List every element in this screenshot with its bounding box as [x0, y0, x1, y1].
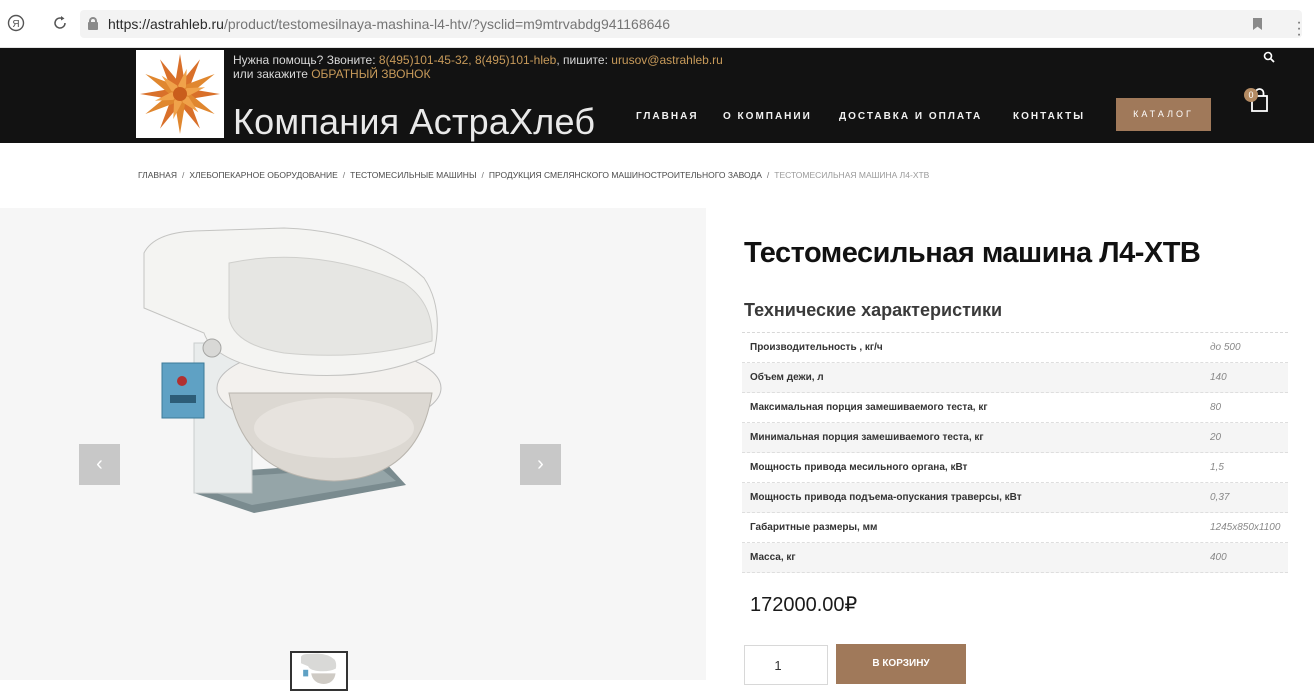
spec-value: 1245х850х1100 — [1210, 522, 1281, 533]
spec-value: до 500 — [1210, 342, 1241, 353]
spec-value: 1,5 — [1210, 462, 1224, 473]
product-gallery: ‹ › — [0, 208, 706, 691]
breadcrumb: ГЛАВНАЯ / ХЛЕБОПЕКАРНОЕ ОБОРУДОВАНИЕ / ТЕСТО… — [138, 170, 929, 180]
product-title: Тестомесильная машина Л4-ХТВ — [744, 237, 1201, 269]
search-icon[interactable] — [1263, 51, 1275, 63]
breadcrumb-separator: / — [766, 170, 770, 180]
spec-name: Масса, кг — [750, 552, 796, 563]
breadcrumb-separator: / — [182, 170, 185, 180]
nav-home[interactable]: ГЛАВНАЯ — [636, 111, 699, 122]
gallery-thumbnail[interactable] — [290, 651, 348, 691]
url-domain: https://astrahleb.ru — [108, 16, 224, 32]
order-prefix: или закажите — [233, 67, 312, 81]
table-row: Мощность привода подъема-опускания траве… — [742, 483, 1288, 513]
spec-name: Габаритные размеры, мм — [750, 522, 878, 533]
cart-count-badge: 0 — [1244, 88, 1258, 102]
quantity-input[interactable] — [744, 645, 828, 685]
table-row: Производительность , кг/ч до 500 — [742, 333, 1288, 363]
menu-dots-icon[interactable]: · · · — [1296, 15, 1302, 43]
add-to-cart-button[interactable]: В КОРЗИНУ — [836, 644, 966, 684]
spec-value: 80 — [1210, 402, 1222, 413]
thumbnail-image — [301, 653, 337, 684]
svg-text:Я: Я — [12, 19, 19, 30]
breadcrumb-item[interactable]: ПРОДУКЦИЯ СМЕЛЯНСКОГО МАШИНОСТРОИТЕЛЬНОГ… — [489, 170, 762, 180]
breadcrumb-current: ТЕСТОМЕСИЛЬНАЯ МАШИНА Л4-ХТВ — [774, 170, 930, 180]
lock-icon — [88, 17, 98, 30]
reload-icon[interactable] — [50, 14, 70, 34]
help-contacts: Нужна помощь? Звоните: 8(495)101-45-32, … — [233, 53, 723, 81]
breadcrumb-separator: / — [481, 170, 484, 180]
yandex-icon[interactable]: Я — [6, 14, 26, 34]
catalog-button[interactable]: КАТАЛОГ — [1116, 98, 1211, 131]
url-text: https://astrahleb.ru/product/testomesiln… — [108, 16, 670, 32]
spec-name: Мощность привода подъема-опускания траве… — [750, 492, 1022, 503]
product-image[interactable] — [134, 223, 454, 523]
site-header: Нужна помощь? Звоните: 8(495)101-45-32, … — [0, 48, 1314, 143]
browser-toolbar: Я https://astrahleb.ru/product/testomesi… — [0, 0, 1314, 48]
spec-value: 140 — [1210, 372, 1227, 383]
spec-name: Максимальная порция замешиваемого теста,… — [750, 402, 988, 413]
table-row: Масса, кг 400 — [742, 543, 1288, 573]
bookmark-icon[interactable] — [1253, 18, 1262, 30]
callback-link[interactable]: ОБРАТНЫЙ ЗВОНОК — [311, 67, 430, 81]
table-row: Минимальная порция замешиваемого теста, … — [742, 423, 1288, 453]
url-path: /product/testomesilnaya-mashina-l4-htv/?… — [223, 16, 670, 32]
specs-heading: Технические характеристики — [744, 300, 1003, 320]
table-row: Мощность привода месильного органа, кВт 1… — [742, 453, 1288, 483]
breadcrumb-item[interactable]: ТЕСТОМЕСИЛЬНЫЕ МАШИНЫ — [350, 170, 476, 180]
breadcrumb-separator: / — [342, 170, 346, 180]
spec-name: Мощность привода месильного органа, кВт — [750, 462, 968, 473]
spec-name: Минимальная порция замешиваемого теста, … — [750, 432, 984, 443]
brand-name[interactable]: Компания АстраХлеб — [233, 101, 595, 143]
spec-value: 0,37 — [1210, 492, 1230, 503]
breadcrumb-item[interactable]: ХЛЕБОПЕКАРНОЕ ОБОРУДОВАНИЕ — [189, 170, 337, 180]
product-price: 172000.00₽ — [750, 594, 858, 616]
gallery-prev-button[interactable]: ‹ — [79, 444, 120, 485]
phone-link[interactable]: 8(495)101-45-32, 8(495)101-hleb — [379, 53, 556, 67]
nav-delivery[interactable]: ДОСТАВКА И ОПЛАТА — [839, 111, 982, 122]
table-row: Габаритные размеры, мм 1245х850х1100 — [742, 513, 1288, 543]
breadcrumb-item[interactable]: ГЛАВНАЯ — [138, 170, 177, 180]
table-row: Максимальная порция замешиваемого теста,… — [742, 393, 1288, 423]
spec-value: 20 — [1210, 432, 1222, 443]
table-row: Объем дежи, л 140 — [742, 363, 1288, 393]
logo-star-icon — [140, 54, 220, 134]
site-logo[interactable] — [136, 50, 224, 138]
nav-about[interactable]: О КОМПАНИИ — [723, 111, 812, 122]
write-label: , пишите: — [556, 53, 612, 67]
nav-contacts[interactable]: КОНТАКТЫ — [1013, 111, 1085, 122]
gallery-next-button[interactable]: › — [520, 444, 561, 485]
help-prefix: Нужна помощь? Звоните: — [233, 53, 379, 67]
spec-name: Объем дежи, л — [750, 372, 824, 383]
email-link[interactable]: urusov@astrahleb.ru — [611, 53, 723, 67]
spec-name: Производительность , кг/ч — [750, 342, 883, 353]
specs-table: Производительность , кг/ч до 500 Объем де… — [742, 332, 1288, 573]
address-bar[interactable]: https://astrahleb.ru/product/testomesiln… — [80, 10, 1302, 38]
spec-value: 400 — [1210, 552, 1227, 563]
